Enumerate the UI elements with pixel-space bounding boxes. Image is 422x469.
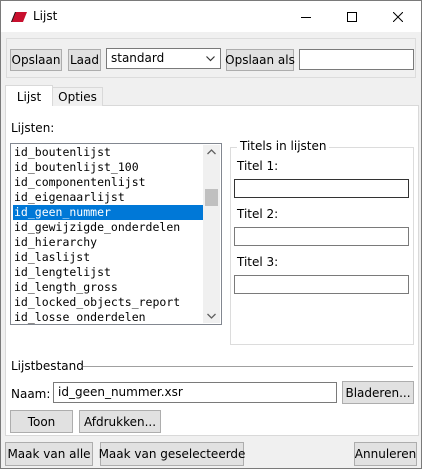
app-icon — [11, 12, 27, 22]
show-button[interactable]: Toon — [10, 410, 73, 433]
preset-select[interactable]: standard — [106, 48, 221, 69]
browse-button[interactable]: Bladeren... — [342, 381, 414, 404]
maximize-button[interactable] — [329, 1, 375, 32]
title3-input[interactable] — [234, 275, 409, 294]
list-item-selected[interactable]: id_geen_nummer — [13, 205, 205, 220]
scroll-thumb[interactable] — [205, 189, 218, 206]
titles-group-label: Titels in lijsten — [237, 139, 330, 153]
title3-label: Titel 3: — [237, 255, 279, 269]
minimize-button[interactable] — [283, 1, 329, 32]
tab-opties[interactable]: Opties — [53, 87, 103, 106]
make-selected-button[interactable]: Maak van geselecteerde — [99, 442, 245, 466]
list-item[interactable]: id_componentenlijst — [13, 175, 205, 190]
dialog-window: Lijst Opslaan Laad standard Opslaan als … — [0, 0, 422, 469]
list-item[interactable]: id_losse onderdelen — [13, 310, 205, 324]
list-item[interactable]: id_locked_objects_report — [13, 295, 205, 310]
filename-value: id_geen_nummer.xsr — [58, 385, 183, 399]
list-item[interactable]: id_laslijst — [13, 250, 205, 265]
file-section-label: Lijstbestand — [11, 359, 84, 373]
load-button[interactable]: Laad — [68, 49, 101, 71]
list-item[interactable]: id_boutenlijst_100 — [13, 160, 205, 175]
minimize-icon — [301, 16, 311, 18]
title-bar: Lijst — [1, 1, 421, 32]
save-as-input[interactable] — [299, 49, 414, 70]
close-button[interactable] — [375, 1, 421, 32]
cancel-button[interactable]: Annuleren — [354, 442, 417, 466]
scroll-up-icon[interactable] — [207, 149, 216, 155]
filename-input[interactable]: id_geen_nummer.xsr — [53, 382, 337, 403]
list-item[interactable]: id_lengtelijst — [13, 265, 205, 280]
list-item[interactable]: id_boutenlijst — [13, 145, 205, 160]
lists-label: Lijsten: — [11, 121, 55, 135]
print-button[interactable]: Afdrukken... — [79, 410, 161, 433]
title1-input[interactable] — [234, 179, 409, 198]
close-icon — [393, 11, 403, 22]
make-all-button[interactable]: Maak van alle — [5, 442, 93, 466]
lists-scrollbar[interactable] — [203, 145, 220, 323]
save-as-button[interactable]: Opslaan als — [225, 49, 295, 71]
file-section-divider — [83, 366, 413, 367]
list-item[interactable]: id_length_gross — [13, 280, 205, 295]
list-item[interactable]: id_hierarchy — [13, 235, 205, 250]
list-item[interactable]: id_gewijzigde_onderdelen — [13, 220, 205, 235]
title1-label: Titel 1: — [237, 159, 279, 173]
name-label: Naam: — [11, 387, 51, 401]
title2-input[interactable] — [234, 227, 409, 246]
chevron-down-icon — [206, 56, 215, 62]
tab-lijst[interactable]: Lijst — [5, 85, 53, 107]
scroll-down-icon[interactable] — [207, 313, 216, 319]
list-item[interactable]: id_eigenaarlijst — [13, 190, 205, 205]
maximize-icon — [347, 11, 357, 22]
window-title: Lijst — [33, 9, 58, 23]
preset-select-value: standard — [111, 51, 165, 65]
titles-group — [230, 147, 414, 345]
title2-label: Titel 2: — [237, 207, 279, 221]
save-button[interactable]: Opslaan — [10, 49, 62, 71]
lists-listbox[interactable]: id_boutenlijst id_boutenlijst_100 id_com… — [10, 143, 222, 325]
